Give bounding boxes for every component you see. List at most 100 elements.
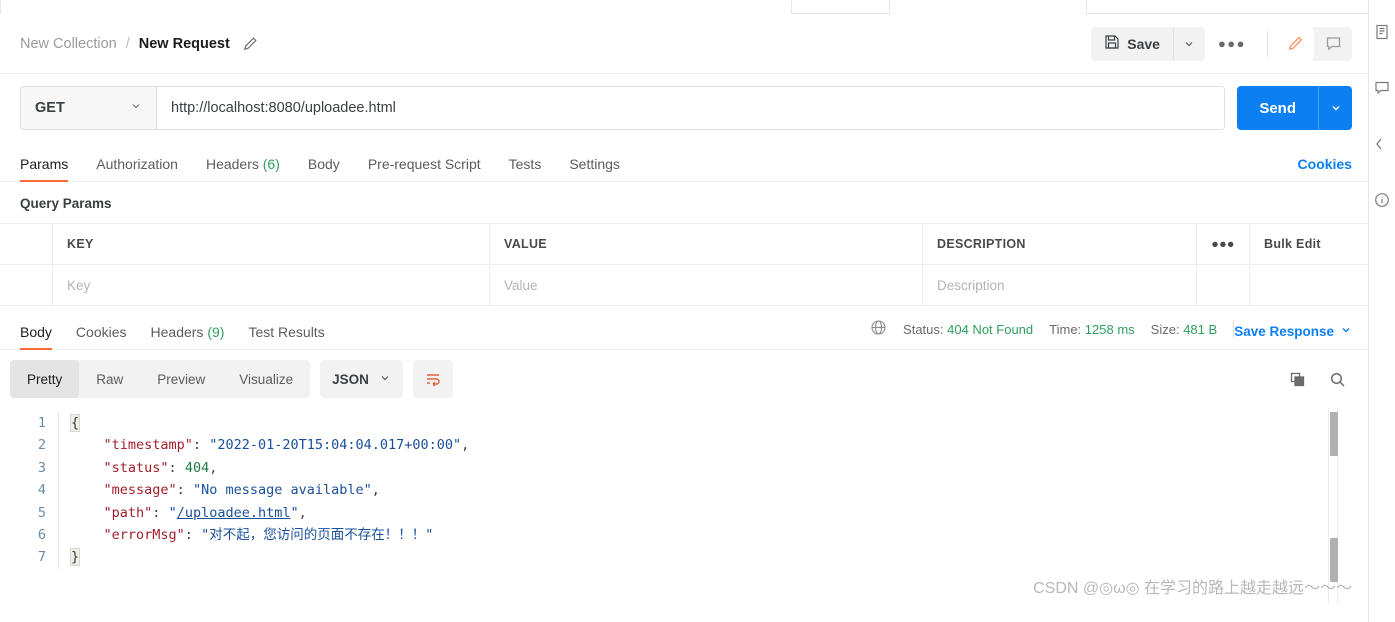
line-number-gutter: 1 2 3 4 5 6 7 <box>0 412 58 569</box>
line-number: 6 <box>37 527 46 544</box>
scrollbar-thumb-top[interactable] <box>1330 412 1338 456</box>
breadcrumb-request[interactable]: New Request <box>139 36 230 52</box>
response-bar: Body Cookies Headers (9) Test Results St… <box>0 306 1368 350</box>
info-icon[interactable] <box>1372 190 1392 210</box>
tab-headers-label: Headers <box>205 156 259 172</box>
code-line: "message": "No message available", <box>71 479 469 501</box>
code-token: : <box>152 504 169 521</box>
body-view-visualize[interactable]: Visualize <box>222 360 310 398</box>
response-tab-test-results[interactable]: Test Results <box>248 324 324 349</box>
param-key-input[interactable]: Key <box>53 265 490 305</box>
format-selector[interactable]: JSON <box>320 360 403 398</box>
response-tab-cookies-label: Cookies <box>75 324 127 340</box>
code-icon[interactable] <box>1372 134 1392 154</box>
code-line: { <box>69 412 469 434</box>
code-editor: 1 2 3 4 5 6 7 { "timestamp": "2022-01-20T15:04… <box>0 408 1368 569</box>
tab-authorization-label: Authorization <box>96 156 178 172</box>
row-checkbox-cell[interactable] <box>0 265 53 305</box>
tab-pre-request-script[interactable]: Pre-request Script <box>368 156 481 181</box>
code-token: "对不起，您访问的页面不存在！！！" <box>201 527 434 544</box>
url-bar: GET Send <box>0 74 1368 142</box>
code-token[interactable]: /uploadee.html <box>177 505 291 521</box>
rename-pencil-icon[interactable] <box>242 36 258 52</box>
param-value-input[interactable]: Value <box>490 265 923 305</box>
body-view-pretty[interactable]: Pretty <box>10 360 80 398</box>
edit-pencil-icon[interactable] <box>1276 26 1314 61</box>
format-chevron-down-icon <box>379 372 391 387</box>
line-number: 5 <box>37 504 46 521</box>
code-line: "path": "/uploadee.html", <box>71 502 469 524</box>
send-group: Send <box>1237 86 1352 130</box>
response-tab-headers[interactable]: Headers (9) <box>151 324 225 349</box>
tab-tests-label: Tests <box>508 156 542 172</box>
breadcrumb-collection[interactable]: New Collection <box>20 36 117 52</box>
more-actions-button[interactable]: ●●● <box>1205 27 1259 61</box>
tab-settings[interactable]: Settings <box>569 156 620 181</box>
code-token: , <box>371 482 380 499</box>
tab-settings-label: Settings <box>569 156 620 172</box>
response-tab-cookies[interactable]: Cookies <box>76 324 127 349</box>
save-response-button[interactable]: Save Response <box>1234 324 1352 349</box>
response-tab-body[interactable]: Body <box>20 324 52 350</box>
line-number: 7 <box>37 549 46 566</box>
comment-icon[interactable] <box>1372 78 1392 98</box>
code-token: : <box>168 459 185 476</box>
code-token: " <box>290 504 299 521</box>
body-toolbar: Pretty Raw Preview Visualize JSON <box>0 350 1368 408</box>
tab-body[interactable]: Body <box>308 156 340 181</box>
cookies-link[interactable]: Cookies <box>1298 156 1352 181</box>
status-label: Status: <box>903 321 944 337</box>
postman-window: New Collection / New Request Save ●●● GE… <box>0 0 1395 622</box>
size-label: Size: <box>1150 321 1180 337</box>
code-token: , <box>209 459 218 476</box>
status-metric: Status: 404 Not Found <box>903 322 1033 337</box>
code-line: "timestamp": "2022-01-20T15:04:04.017+00… <box>71 434 470 456</box>
param-description-placeholder: Description <box>937 277 1005 293</box>
search-icon[interactable] <box>1322 364 1352 394</box>
word-wrap-icon[interactable] <box>412 360 453 398</box>
code-token: "No message available" <box>192 482 372 499</box>
code-token: "message" <box>103 482 177 499</box>
method-selector[interactable]: GET <box>21 87 157 129</box>
code-token: : <box>192 437 210 454</box>
code-token: "2022-01-20T15:04:04.017+00:00" <box>209 437 462 454</box>
select-all-checkbox-cell[interactable] <box>0 224 53 264</box>
request-tabs: Params Authorization Headers (6) Body Pr… <box>0 142 1368 182</box>
documentation-icon[interactable] <box>1372 22 1392 42</box>
save-button[interactable]: Save <box>1091 27 1173 61</box>
param-key-placeholder: Key <box>67 277 91 293</box>
body-view-preview[interactable]: Preview <box>140 360 222 398</box>
copy-icon[interactable] <box>1282 364 1312 394</box>
divider <box>1267 30 1268 57</box>
open-tab-partial-1[interactable] <box>0 0 792 14</box>
save-response-label: Save Response <box>1234 324 1334 339</box>
method-chevron-down-icon <box>130 100 142 116</box>
open-tab-partial-2[interactable] <box>889 0 1087 14</box>
url-input[interactable] <box>157 87 1225 129</box>
code-token: 404 <box>184 459 210 476</box>
globe-icon <box>870 319 887 339</box>
comment-icon[interactable] <box>1314 27 1352 61</box>
tab-body-label: Body <box>307 156 340 172</box>
body-view-raw[interactable]: Raw <box>79 360 140 398</box>
params-more-button[interactable]: ●●● <box>1197 224 1250 264</box>
response-tab-test-results-label: Test Results <box>248 324 325 340</box>
tab-headers[interactable]: Headers (6) <box>206 156 280 181</box>
table-row: Key Value Description <box>0 265 1368 306</box>
response-body-code[interactable]: 1 2 3 4 5 6 7 { "timestamp": "2022-01-20T15:04… <box>0 408 1368 604</box>
tab-params[interactable]: Params <box>20 156 69 182</box>
response-tab-body-label: Body <box>20 324 52 340</box>
code-line: "errorMsg": "对不起，您访问的页面不存在！！！" <box>71 524 469 546</box>
body-view-switcher: Pretty Raw Preview Visualize <box>10 360 311 398</box>
tab-tests[interactable]: Tests <box>509 156 542 181</box>
tab-authorization[interactable]: Authorization <box>96 156 178 181</box>
method-label: GET <box>35 100 65 116</box>
line-number: 2 <box>37 437 46 454</box>
send-button[interactable]: Send <box>1237 86 1318 130</box>
save-options-chevron-down-icon[interactable] <box>1172 26 1205 61</box>
send-options-chevron-down-icon[interactable] <box>1318 86 1352 130</box>
status-value: 404 Not Found <box>947 321 1034 337</box>
param-description-input[interactable]: Description <box>923 265 1197 305</box>
bulk-edit-button[interactable]: Bulk Edit <box>1250 224 1368 264</box>
